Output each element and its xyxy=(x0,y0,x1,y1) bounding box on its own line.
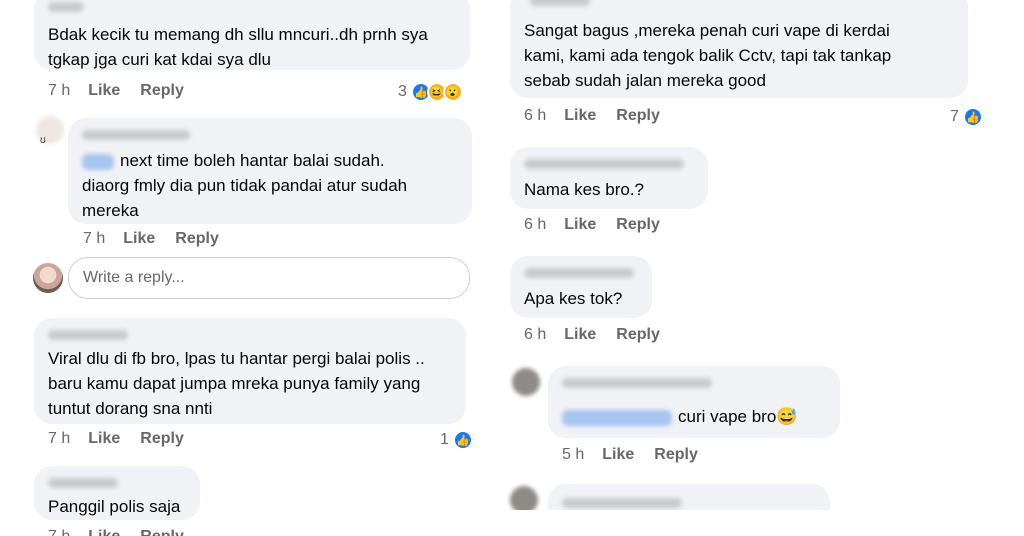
blurred-author-name xyxy=(82,130,190,140)
comment-bubble: Panggil polis saja xyxy=(34,466,200,520)
reaction-count: 1 xyxy=(440,431,449,448)
comment-text: curi vape bro xyxy=(678,407,777,426)
right-comment-column: Sangat bagus ,mereka penah curi vape di … xyxy=(500,0,1024,536)
blurred-author-name xyxy=(562,378,712,388)
comment-text: Bdak kecik tu memang dh sllu mncuri..dh … xyxy=(48,25,428,69)
comment-actions: 7 h Like Reply xyxy=(48,528,204,536)
comment-bubble: Nama kes bro.? xyxy=(510,147,708,209)
blurred-author-name xyxy=(530,0,590,6)
comment-actions: 6 h Like Reply xyxy=(524,107,680,125)
comment-text: diaorg fmly dia pun tidak pandai atur su… xyxy=(82,176,408,220)
like-link[interactable]: Like xyxy=(88,528,120,536)
comment-bubble: next time boleh hantar balai sudah. diao… xyxy=(68,118,472,224)
blurred-author-name xyxy=(562,498,682,508)
comment-text: Apa kes tok? xyxy=(524,289,623,308)
comment-text: Panggil polis saja xyxy=(48,497,181,516)
avatar[interactable] xyxy=(512,368,540,396)
comment-bubble: Apa kes tok? xyxy=(510,256,652,318)
comment-actions: 5 h Like Reply xyxy=(562,446,718,464)
like-icon: 👍 xyxy=(452,430,473,450)
comment-timestamp: 6 h xyxy=(524,216,547,233)
comment-actions: 6 h Like Reply xyxy=(524,326,680,344)
comment-timestamp: 6 h xyxy=(524,107,547,124)
blurred-mention[interactable] xyxy=(562,409,672,426)
grinning-sweat-emoji: 😅 xyxy=(776,407,798,426)
comment-actions: 6 h Like Reply xyxy=(524,216,680,234)
like-link[interactable]: Like xyxy=(602,446,634,464)
comment-mention-line: next time boleh hantar balai sudah. xyxy=(120,151,385,170)
blurred-mention[interactable] xyxy=(82,153,114,170)
comment-timestamp: 7 h xyxy=(83,230,106,247)
like-link[interactable]: Like xyxy=(564,326,596,344)
like-link[interactable]: Like xyxy=(123,230,155,248)
comment-timestamp: 7 h xyxy=(48,82,71,99)
reply-link[interactable]: Reply xyxy=(175,230,219,248)
like-link[interactable]: Like xyxy=(564,107,596,125)
reaction-summary[interactable]: 3 👍 😆 😮 xyxy=(398,82,463,102)
comment-actions: 7 h Like Reply xyxy=(48,430,204,448)
comment-actions: 7 h Like Reply xyxy=(48,82,204,100)
reply-link[interactable]: Reply xyxy=(616,216,660,234)
reply-link[interactable]: Reply xyxy=(140,430,184,448)
comment-bubble: Viral dlu di fb bro, lpas tu hantar perg… xyxy=(34,318,466,424)
comment-timestamp: 5 h xyxy=(562,446,585,463)
like-link[interactable]: Like xyxy=(88,430,120,448)
comment-actions: 7 h Like Reply xyxy=(83,230,239,248)
comment-text: Viral dlu di fb bro, lpas tu hantar perg… xyxy=(48,349,425,418)
blurred-author-name xyxy=(524,268,634,278)
like-link[interactable]: Like xyxy=(88,82,120,100)
reaction-count: 7 xyxy=(950,108,959,125)
reaction-summary[interactable]: 1 👍 xyxy=(440,430,473,450)
comment-text: Nama kes bro.? xyxy=(524,180,644,199)
comment-bubble: Bdak kecik tu memang dh sllu mncuri..dh … xyxy=(34,0,470,70)
bottom-edge-cut xyxy=(500,510,1024,536)
left-comment-column: Bdak kecik tu memang dh sllu mncuri..dh … xyxy=(0,0,500,536)
reply-link[interactable]: Reply xyxy=(140,528,184,536)
blurred-author-name xyxy=(48,2,84,12)
comment-bubble: curi vape bro😅 xyxy=(548,366,840,438)
reply-link[interactable]: Reply xyxy=(654,446,698,464)
comment-timestamp: 7 h xyxy=(48,430,71,447)
comment-bubble: Sangat bagus ,mereka penah curi vape di … xyxy=(510,0,968,98)
reply-link[interactable]: Reply xyxy=(616,326,660,344)
blurred-author-name xyxy=(524,159,684,169)
reply-input[interactable]: Write a reply... xyxy=(68,257,470,299)
comment-timestamp: 6 h xyxy=(524,326,547,343)
reply-placeholder: Write a reply... xyxy=(83,269,185,286)
comment-timestamp: 7 h xyxy=(48,528,70,536)
like-icon: 👍 xyxy=(962,107,983,127)
reaction-count: 3 xyxy=(398,83,407,100)
blurred-author-name xyxy=(48,330,128,340)
emoji-face-icon: ʊ xyxy=(40,135,46,146)
user-avatar[interactable] xyxy=(33,263,63,293)
reply-link[interactable]: Reply xyxy=(616,107,660,125)
comment-text: Sangat bagus ,mereka penah curi vape di … xyxy=(524,21,892,90)
reaction-summary[interactable]: 7 👍 xyxy=(950,107,983,127)
blurred-author-name xyxy=(48,478,118,488)
wow-icon: 😮 xyxy=(442,82,463,102)
like-link[interactable]: Like xyxy=(564,216,596,234)
reply-link[interactable]: Reply xyxy=(140,82,184,100)
